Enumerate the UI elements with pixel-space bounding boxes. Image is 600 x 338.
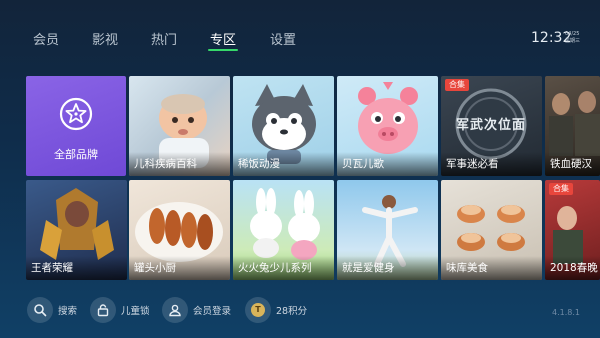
tile-label: 火火兔少儿系列 <box>238 262 312 274</box>
tile-beva-songs[interactable]: 贝瓦儿歌 <box>337 76 438 176</box>
tab-settings[interactable]: 设置 <box>270 29 296 48</box>
member-login-button[interactable]: 会员登录 <box>162 297 242 323</box>
tile-weiku-food[interactable]: 味库美食 <box>441 180 542 280</box>
member-login-label: 会员登录 <box>193 306 232 317</box>
all-brands-label: 全部品牌 <box>54 148 98 161</box>
tile-label: 儿科疾病百科 <box>134 158 197 170</box>
tile-fitness[interactable]: 就是爱健身 <box>337 180 438 280</box>
tile-label: 就是爱健身 <box>342 262 395 274</box>
points-button[interactable]: T 28积分 <box>245 297 315 323</box>
top-nav: 会员 影视 热门 专区 设置 12:32 04/25 星期三 <box>0 0 600 62</box>
tab-vip[interactable]: 会员 <box>33 29 59 48</box>
search-label: 搜索 <box>58 306 78 317</box>
tile-label: 铁血硬汉 <box>550 158 592 170</box>
tile-pediatrics[interactable]: 儿科疾病百科 <box>129 76 230 176</box>
tile-label: 王者荣耀 <box>31 262 73 274</box>
tile-label: 军事迷必看 <box>446 158 499 170</box>
clock-date-text: 04/25 <box>565 31 580 37</box>
active-tab-indicator <box>208 49 238 51</box>
coin-icon: T <box>245 297 271 323</box>
tile-honor-of-kings[interactable]: 王者荣耀 <box>26 180 127 280</box>
tab-movies[interactable]: 影视 <box>92 29 118 48</box>
tile-tough-guy[interactable]: 铁血硬汉 <box>545 76 600 176</box>
user-icon <box>162 297 188 323</box>
child-lock-label: 儿童锁 <box>121 306 150 317</box>
star-icon <box>59 97 93 131</box>
search-button[interactable]: 搜索 <box>27 297 87 323</box>
military-art-text: 军武次位面 <box>455 118 526 133</box>
tile-guantou-kitchen[interactable]: 罐头小厨 <box>129 180 230 280</box>
tile-huohuotu[interactable]: 火火兔少儿系列 <box>233 180 334 280</box>
coin-icon-face: T <box>251 303 265 317</box>
tile-label: 罐头小厨 <box>134 262 176 274</box>
clock-date: 04/25 星期三 <box>565 31 580 45</box>
clock-weekday: 星期三 <box>565 38 581 44</box>
tile-xifan-anime[interactable]: 稀饭动漫 <box>233 76 334 176</box>
tile-label: 稀饭动漫 <box>238 158 280 170</box>
all-brands-tile[interactable]: 全部品牌 <box>26 76 126 176</box>
tile-military[interactable]: 军武次位面 合集 军事迷必看 <box>441 76 542 176</box>
points-label: 28积分 <box>276 306 308 317</box>
tile-label: 2018春晚 <box>550 262 598 274</box>
tab-hot[interactable]: 热门 <box>151 29 177 48</box>
child-lock-button[interactable]: 儿童锁 <box>90 297 160 323</box>
collection-badge: 合集 <box>549 183 573 195</box>
lock-icon <box>90 297 116 323</box>
tab-zone[interactable]: 专区 <box>210 29 236 48</box>
tile-label: 贝瓦儿歌 <box>342 158 384 170</box>
collection-badge: 合集 <box>445 79 469 91</box>
search-icon <box>27 297 53 323</box>
tile-spring-gala[interactable]: 合集 2018春晚 <box>545 180 600 280</box>
version-text: 4.1.8.1 <box>552 308 580 317</box>
tile-label: 味库美食 <box>446 262 488 274</box>
